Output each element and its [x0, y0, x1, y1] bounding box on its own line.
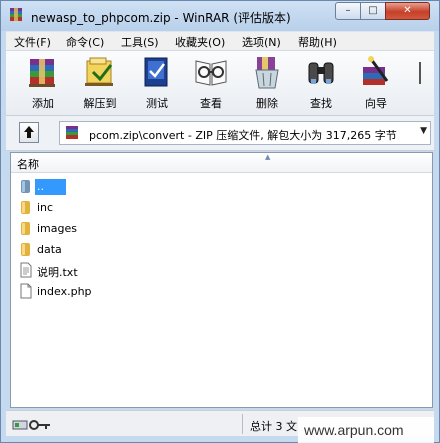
address-bar: pcom.zip\convert - ZIP 压缩文件, 解包大小为 317,2…: [6, 116, 434, 151]
delete-label: 删除: [256, 97, 278, 110]
watermark: www.arpun.com: [298, 417, 434, 443]
wizard-label: 向导: [365, 97, 387, 110]
column-header-name[interactable]: ▲ 名称: [11, 153, 432, 173]
list-item-label: data: [37, 243, 62, 256]
add-archive-icon: [29, 59, 55, 87]
view-label: 查看: [200, 97, 222, 110]
sort-indicator-icon: ▲: [265, 153, 271, 161]
test-icon: [144, 57, 168, 87]
menu-options[interactable]: 选项(N): [242, 34, 281, 50]
find-icon: [308, 62, 334, 84]
window-title: newasp_to_phpcom.zip - WinRAR (评估版本): [31, 11, 291, 25]
winrar-window: newasp_to_phpcom.zip - WinRAR (评估版本) – □…: [0, 0, 440, 443]
menu-commands[interactable]: 命令(C): [66, 34, 104, 50]
status-divider: [242, 414, 243, 434]
menu-favorites[interactable]: 收藏夹(O): [175, 34, 225, 50]
list-item-data[interactable]: data: [16, 239, 426, 259]
delete-icon: [255, 57, 279, 89]
drive-key-icon: [12, 420, 50, 430]
list-item-label: index.php: [37, 285, 92, 298]
close-button[interactable]: ✕: [385, 2, 430, 20]
add-button[interactable]: 添加: [20, 55, 66, 113]
file-icon: [20, 283, 32, 299]
path-text: pcom.zip\convert - ZIP 压缩文件, 解包大小为 317,2…: [89, 129, 397, 142]
list-item-index[interactable]: index.php: [16, 281, 426, 301]
title-bar[interactable]: newasp_to_phpcom.zip - WinRAR (评估版本) – □…: [1, 1, 439, 31]
list-item-label: ..: [35, 179, 66, 195]
maximize-button[interactable]: □: [360, 2, 386, 20]
folder-icon: [21, 243, 30, 256]
toolbar-separator: [419, 62, 421, 84]
wizard-button[interactable]: 向导: [353, 55, 399, 113]
folder-icon: [21, 222, 30, 235]
list-item-parent[interactable]: ..: [16, 176, 426, 196]
delete-button[interactable]: 删除: [244, 55, 290, 113]
test-label: 测试: [146, 97, 168, 110]
menu-file[interactable]: 文件(F): [14, 34, 51, 50]
wizard-icon: [363, 56, 389, 85]
text-file-icon: [20, 262, 32, 278]
find-button[interactable]: 查找: [298, 55, 344, 113]
view-icon: [195, 60, 227, 86]
archive-icon: [66, 126, 78, 139]
menu-help[interactable]: 帮助(H): [298, 34, 337, 50]
minimize-button[interactable]: –: [335, 2, 361, 20]
chevron-down-icon[interactable]: ▼: [420, 126, 427, 136]
folder-icon: [21, 201, 30, 214]
list-item-readme[interactable]: 说明.txt: [16, 260, 426, 280]
up-one-level-button[interactable]: [19, 122, 39, 143]
find-label: 查找: [310, 97, 332, 110]
test-button[interactable]: 测试: [134, 55, 180, 113]
list-item-inc[interactable]: inc: [16, 197, 426, 217]
menu-tools[interactable]: 工具(S): [121, 34, 159, 50]
toolbar: 添加 解压到 测试 查看 删除 查找 向导: [6, 50, 434, 116]
menu-bar: 文件(F) 命令(C) 工具(S) 收藏夹(O) 选项(N) 帮助(H): [6, 31, 434, 50]
list-item-label: images: [37, 222, 77, 235]
path-dropdown[interactable]: pcom.zip\convert - ZIP 压缩文件, 解包大小为 317,2…: [59, 121, 431, 145]
extract-to-label: 解压到: [83, 97, 117, 110]
view-button[interactable]: 查看: [188, 55, 234, 113]
list-item-label: inc: [37, 201, 54, 214]
up-arrow-icon: [24, 126, 34, 138]
winrar-app-icon: [10, 8, 22, 21]
add-label: 添加: [32, 97, 54, 110]
list-item-label: 说明.txt: [37, 266, 78, 279]
extract-to-icon: [85, 57, 113, 86]
extract-to-button[interactable]: 解压到: [77, 55, 123, 113]
list-item-images[interactable]: images: [16, 218, 426, 238]
status-summary: 总计 3 文: [250, 420, 297, 433]
column-name-label: 名称: [17, 158, 39, 171]
parent-folder-icon: [21, 180, 30, 193]
file-list: ▲ 名称 .. inc images data 说明.txt index.php: [10, 152, 433, 408]
